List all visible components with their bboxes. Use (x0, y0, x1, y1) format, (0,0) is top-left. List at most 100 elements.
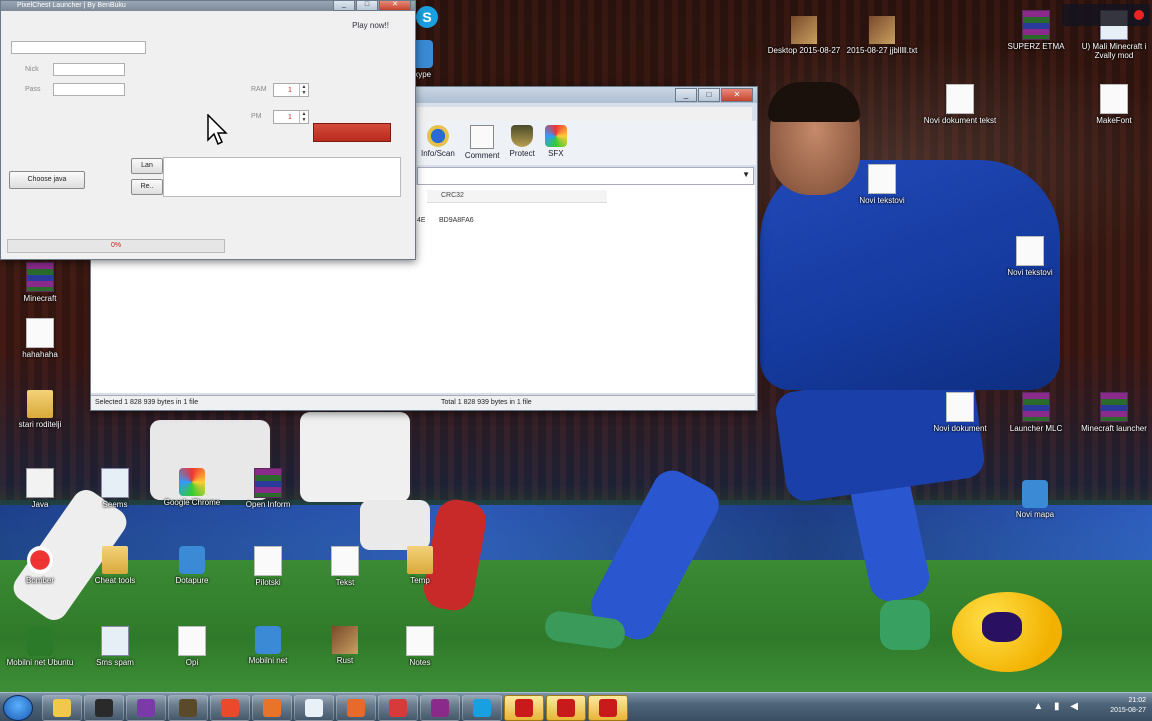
log-textarea[interactable] (163, 157, 401, 197)
lan-button[interactable]: Lan (131, 158, 163, 174)
desktop-icon[interactable]: Google Chrome (152, 468, 232, 507)
desktop-icon[interactable]: hahahaha (0, 318, 80, 359)
chrome-icon (221, 699, 239, 717)
start-button[interactable] (3, 695, 33, 721)
file-icon (26, 318, 54, 348)
nick-field[interactable] (53, 63, 125, 76)
desktop-icon[interactable]: 2015-08-27 jjblllll.txt (842, 16, 922, 55)
purple-app-icon (137, 699, 155, 717)
desktop-icon[interactable]: Dotapure (152, 546, 232, 585)
winrar-menubar (417, 107, 752, 121)
pass-field[interactable] (53, 83, 125, 96)
desktop-icon[interactable]: Novi dokument (920, 392, 1000, 433)
url-field[interactable] (11, 41, 146, 54)
desktop-icon[interactable]: Cheat tools (75, 546, 155, 585)
desktop-icon-label: Novi dokument (933, 424, 987, 433)
desktop-icon-label: stari roditelji (18, 420, 62, 429)
maximize-button[interactable]: □ (356, 0, 378, 11)
taskbar-app-block-red-1[interactable] (504, 695, 544, 721)
refresh-button[interactable]: Re.. (131, 179, 163, 195)
file-icon (179, 468, 205, 496)
bomber-icon (389, 699, 407, 717)
desktop-icon[interactable]: Java (0, 468, 80, 509)
desktop-icon[interactable]: stari roditelji (0, 390, 80, 429)
taskbar-app-explorer[interactable] (42, 695, 82, 721)
desktop-icon-label: Novi tekstovi (1007, 268, 1053, 277)
play-link[interactable]: Play now!! (352, 21, 389, 30)
desktop-icon[interactable]: Minecraft launcher (1074, 392, 1152, 433)
file-icon (1022, 10, 1050, 40)
desktop-icon-label: Launcher MLC (1009, 424, 1063, 433)
play-button[interactable] (313, 123, 391, 142)
desktop-icon[interactable]: Rust (305, 626, 385, 665)
explorer-icon (53, 699, 71, 717)
table-row[interactable]: 4E BD9A8FA6 (417, 215, 597, 227)
taskbar-app-minecraft[interactable] (168, 695, 208, 721)
toolbar-protect-button[interactable]: Protect (510, 121, 535, 165)
desktop-icon[interactable]: Mobilni net Ubuntu (0, 628, 80, 667)
pm-stepper[interactable]: 1 ▲ ▼ (273, 110, 309, 124)
taskbar-app-vlc[interactable] (294, 695, 334, 721)
taskbar-app-bomber[interactable] (378, 695, 418, 721)
toolbar-info-button[interactable]: Info/Scan (421, 121, 455, 165)
desktop-icon[interactable]: Temp (380, 546, 460, 585)
toolbar-label: SFX (548, 149, 564, 158)
close-button[interactable]: ✕ (379, 0, 411, 11)
desktop-icon[interactable]: Mobilni net (228, 626, 308, 665)
record-icon[interactable] (1134, 10, 1144, 20)
desktop-icon[interactable]: Desktop 2015-08-27 (764, 16, 844, 55)
desktop-icon[interactable]: Minecraft (0, 262, 80, 303)
file-icon (26, 262, 54, 292)
desktop-icon[interactable]: Bomber (0, 546, 80, 585)
taskbar-app-block-red-3[interactable] (588, 695, 628, 721)
taskbar-app-skype[interactable] (462, 695, 502, 721)
clock[interactable]: 21:02 2015-08-27 (1110, 696, 1146, 716)
taskbar-app-purple-app[interactable] (126, 695, 166, 721)
info-icon (426, 125, 449, 147)
taskbar-app-block-red-2[interactable] (546, 695, 586, 721)
desktop-icon-label: SUPERZ ETMA (1007, 42, 1065, 51)
skype-icon (473, 699, 491, 717)
desktop-icon[interactable]: Novi mapa (995, 480, 1075, 519)
skype-desktop-icon[interactable]: S (416, 6, 438, 28)
toolbar-sfx-button[interactable]: SFX (544, 121, 567, 165)
file-icon (102, 546, 128, 574)
desktop-icon[interactable]: Open Inform (228, 468, 308, 509)
tray-icons[interactable]: ▲ ▮ ◀ (1033, 701, 1082, 712)
close-button[interactable]: ✕ (721, 88, 753, 102)
desktop-icon[interactable]: MakeFont (1074, 84, 1152, 125)
desktop-icon[interactable]: Novi tekstovi (990, 236, 1070, 277)
ram-stepper[interactable]: 1 ▲ ▼ (273, 83, 309, 97)
file-icon (946, 392, 974, 422)
file-icon (1100, 392, 1128, 422)
desktop-icon[interactable]: Notes (380, 626, 460, 667)
desktop-icon[interactable]: Opi (152, 626, 232, 667)
nick-label: Nick (25, 66, 39, 73)
desktop-icon[interactable]: Launcher MLC (996, 392, 1076, 433)
launcher-titlebar[interactable]: PixelChest Launcher | By BenBuku _ □ ✕ (1, 0, 415, 11)
desktop-icon-label: Bomber (25, 576, 54, 585)
file-icon (406, 626, 434, 656)
taskbar-app-firefox[interactable] (252, 695, 292, 721)
choose-java-button[interactable]: Choose java (9, 171, 85, 189)
taskbar-app-winrar[interactable] (420, 695, 460, 721)
desktop-icon[interactable]: Novi dokument tekst (920, 84, 1000, 125)
stepper-arrows-icon[interactable]: ▲ ▼ (299, 111, 308, 123)
minimize-button[interactable]: _ (333, 0, 355, 11)
maximize-button[interactable]: □ (698, 88, 720, 102)
desktop-icon[interactable]: Pilotski (228, 546, 308, 587)
toolbar-comment-button[interactable]: Comment (465, 121, 500, 165)
taskbar-app-badge-15[interactable] (84, 695, 124, 721)
minecraft-icon (179, 699, 197, 717)
desktop-icon[interactable]: Seems (75, 468, 155, 509)
taskbar-app-chrome[interactable] (210, 695, 250, 721)
taskbar-app-orange-app[interactable] (336, 695, 376, 721)
desktop-icon[interactable]: Tekst (305, 546, 385, 587)
minimize-button[interactable]: _ (675, 88, 697, 102)
desktop-icon[interactable]: Novi tekstovi (842, 164, 922, 205)
path-dropdown[interactable]: ▼ (417, 167, 754, 185)
toolbar-label: Protect (509, 149, 535, 158)
column-header-crc[interactable]: CRC32 (427, 190, 607, 203)
desktop-icon[interactable]: Sms spam (75, 626, 155, 667)
stepper-arrows-icon[interactable]: ▲ ▼ (299, 84, 308, 96)
